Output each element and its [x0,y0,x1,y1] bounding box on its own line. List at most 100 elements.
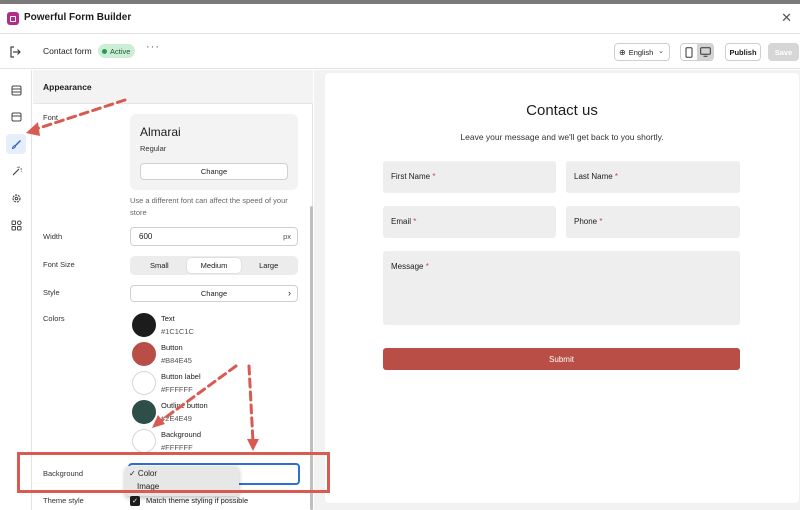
status-badge: Active [98,44,136,58]
style-label: Style [43,288,60,297]
width-label: Width [43,232,63,241]
color-name: Button [161,343,183,352]
status-label: Active [110,46,131,56]
title-bar: Powerful Form Builder ✕ [0,4,800,34]
form-name: Contact form [43,46,92,56]
change-style-label: Change [200,289,228,298]
font-weight: Regular [140,144,167,153]
width-unit: px [283,232,291,241]
chevron-down-icon: ⌄ [658,48,664,55]
app-logo-icon [7,12,19,25]
font-size-medium[interactable]: Medium [186,258,242,273]
annotation-highlight-box [17,452,330,493]
required-mark: * [599,217,603,226]
font-label: Font [43,113,59,122]
sidebar-item-automation[interactable] [6,161,26,181]
sidebar-item-apps[interactable] [6,215,26,235]
status-dot-icon [102,48,107,54]
message-field[interactable]: Message * [383,251,740,325]
message-icon [11,112,21,122]
color-swatch [132,371,156,395]
sidebar-item-settings[interactable] [6,188,26,208]
change-font-button[interactable]: Change [140,163,288,180]
app-title: Powerful Form Builder [24,12,132,23]
magic-icon [12,166,22,175]
color-swatch [132,342,156,366]
desktop-view-button[interactable] [697,44,713,60]
font-size-segmented: Small Medium Large [130,256,298,275]
more-options-button[interactable]: ··· [146,41,160,53]
email-label: Email [391,217,412,226]
color-name: Text [161,314,175,323]
font-name: Almarai [140,125,181,139]
exit-icon[interactable] [8,45,22,59]
form-preview: Contact us Leave your message and we'll … [325,73,799,503]
sidebar-item-appearance[interactable] [6,134,26,154]
color-button[interactable]: Button #B84E45 [130,342,300,368]
language-value: English [628,47,654,57]
color-hex: #FFFFFF [161,385,193,394]
colors-label: Colors [43,314,65,323]
required-mark: * [614,172,619,181]
language-select[interactable]: ⊕ English ⌄ [614,43,670,61]
desktop-icon [699,47,711,57]
mobile-view-button[interactable] [681,44,697,60]
color-swatch [132,400,156,424]
form-subtitle: Leave your message and we'll get back to… [460,132,664,142]
app-window: Powerful Form Builder ✕ Contact form Act… [0,4,800,510]
email-field[interactable]: Email * [383,206,556,238]
panel-title: Appearance [43,82,92,92]
font-size-small[interactable]: Small [132,258,187,273]
color-button-label[interactable]: Button label #FFFFFF [130,371,300,397]
color-hex: #FFFFFF [161,443,193,452]
fields-icon [11,85,21,95]
panel-header: Appearance [33,70,313,104]
theme-style-label: Theme style [43,496,84,505]
last-name-field[interactable]: Last Name * [566,161,740,193]
required-mark: * [413,217,417,226]
required-mark: * [432,172,436,181]
color-hex: #1C1C1C [161,327,194,336]
font-size-label: Font Size [43,260,75,269]
font-card: Almarai Regular Change [130,114,298,190]
color-outline-button[interactable]: Outline button #2E4E49 [130,400,300,426]
font-size-large[interactable]: Large [241,258,296,273]
phone-field[interactable]: Phone * [566,206,740,238]
publish-button[interactable]: Publish [725,43,761,61]
phone-label: Phone [574,217,598,226]
last-name-label: Last Name [574,172,613,181]
first-name-field[interactable]: First Name * [383,161,556,193]
translate-icon: ⊕ [619,47,626,57]
submit-button[interactable]: Submit [383,348,740,370]
apps-icon [11,220,22,230]
save-button[interactable]: Save [768,43,799,61]
message-label: Message [391,262,424,271]
first-name-label: First Name [391,172,431,181]
color-hex: #2E4E49 [161,414,192,423]
match-theme-checkbox[interactable]: ✓ [130,496,140,506]
appearance-panel: Appearance Font Almarai Regular Change U… [33,70,313,510]
mobile-icon [685,46,693,58]
match-theme-label: Match theme styling if possible [146,496,249,505]
color-swatch [132,313,156,337]
close-icon[interactable]: ✕ [781,10,792,26]
color-hex: #B84E45 [161,356,192,365]
device-toggle [680,43,714,61]
sidebar-item-fields[interactable] [6,80,26,100]
color-name: Button label [161,372,201,381]
required-mark: * [425,262,429,271]
brush-icon [11,139,21,149]
form-title: Contact us [526,102,598,119]
font-note: Use a different font can affect the spee… [130,196,288,217]
color-text[interactable]: Text #1C1C1C [130,313,300,339]
width-input[interactable]: 600 px [130,227,298,246]
color-name: Outline button [161,401,208,410]
width-value: 600 [139,232,153,241]
sidebar-item-messages[interactable] [6,107,26,127]
change-style-button[interactable]: Change › [130,285,298,302]
chevron-right-icon: › [288,288,291,298]
color-name: Background [161,430,202,439]
color-swatch [132,429,156,453]
settings-icon [11,193,21,203]
sidebar-rail [0,70,32,510]
